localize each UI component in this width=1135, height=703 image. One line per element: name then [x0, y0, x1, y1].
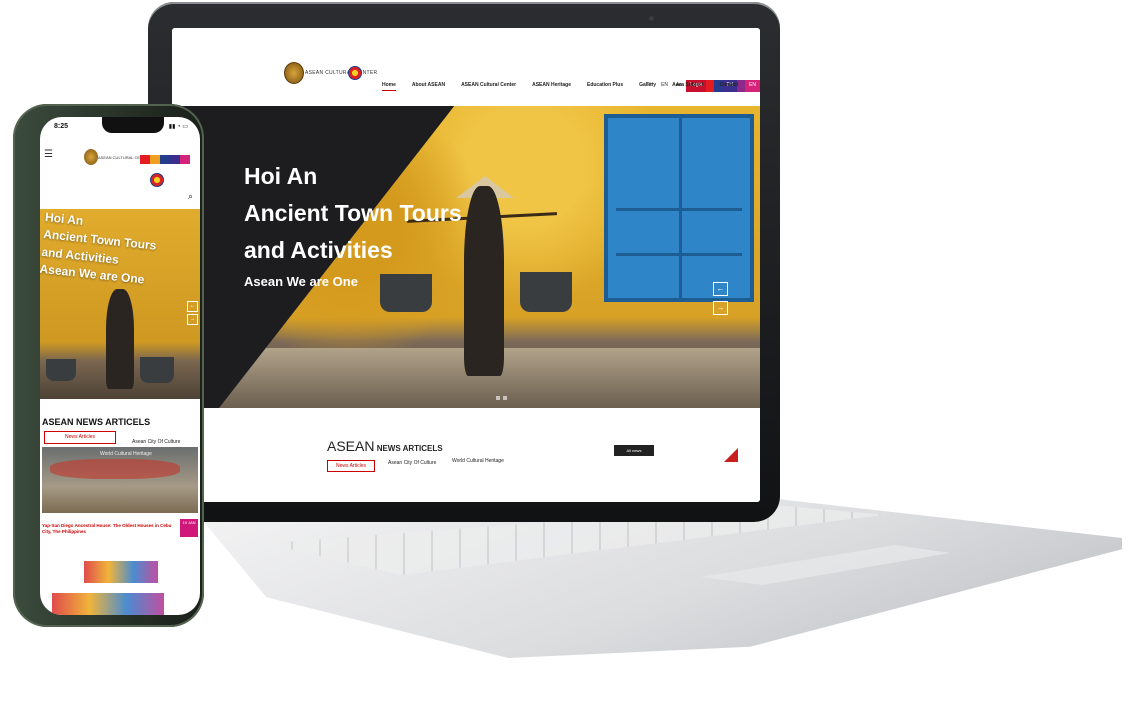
hero-title-line: Hoi An — [244, 163, 318, 189]
hero-subtitle: Asean We are One — [244, 274, 358, 289]
phone-screen: 8:25 ▮▮ ◔ ▭ ☰ ASEAN CULTURAL CENTER ⌕ Ho… — [40, 117, 200, 615]
basket-right — [520, 272, 572, 312]
phone-hero-person — [106, 289, 134, 389]
main-nav: Home About ASEAN ASEAN Cultural Center ASEA… — [382, 82, 738, 91]
phone-news-thumbnail[interactable] — [84, 561, 158, 583]
asean-emblem-icon[interactable] — [348, 66, 362, 80]
all-news-button[interactable]: All news — [614, 445, 654, 456]
phone-util-button[interactable] — [160, 155, 170, 164]
hero-title-line: Ancient Town Tours — [244, 199, 462, 226]
hero-next-arrow-icon[interactable]: → — [713, 301, 728, 315]
news-title: ASEAN NEWS ARTICELS — [327, 438, 443, 454]
phone-news-date-badge: 19 JAN — [180, 519, 198, 537]
phone-news-title: ASEAN NEWS ARTICELS — [42, 417, 151, 427]
phone-tab-news-articles[interactable]: News Articles — [44, 431, 116, 444]
phone-util-button[interactable] — [170, 155, 180, 164]
utility-button[interactable]: EN — [745, 80, 760, 92]
hero-dot[interactable] — [503, 396, 507, 400]
phone-utility-bar — [140, 155, 190, 164]
nav-item-contact[interactable]: Contact — [719, 82, 738, 88]
phone-tab-asean-city-of-culture[interactable]: Asean City Of Culture — [132, 439, 180, 445]
phone-util-button[interactable] — [140, 155, 150, 164]
hero-dot[interactable] — [496, 396, 500, 400]
corner-decoration — [724, 448, 738, 462]
utility-button[interactable] — [737, 80, 746, 92]
phone-news-thumbnail[interactable] — [52, 593, 164, 615]
hamburger-menu-icon[interactable]: ☰ — [44, 149, 53, 160]
tab-asean-city-of-culture[interactable]: Asean City Of Culture — [388, 460, 436, 466]
tab-world-cultural-heritage[interactable]: World Cultural Heritage — [452, 458, 504, 464]
status-icons: ▮▮ ◔ ▭ — [168, 124, 188, 130]
phone-hero-prev-arrow-icon[interactable]: ← — [187, 301, 198, 312]
nav-item-asean-heritage[interactable]: ASEAN Heritage — [532, 82, 571, 88]
nav-item-aaea-subject[interactable]: Aaea Subject — [672, 82, 703, 88]
site-header: TH EN Aa Login TH EN ASEAN CULTURAL CENTER Ho… — [172, 28, 760, 116]
phone-basket-right — [140, 357, 174, 383]
phone-notch — [102, 117, 164, 133]
phone-hero-banner: Hoi An Ancient Town Tours and Activities… — [40, 209, 200, 399]
phone-util-button[interactable] — [150, 155, 160, 164]
news-title-main: ASEAN — [327, 438, 375, 454]
logo-seal-icon[interactable] — [284, 62, 304, 84]
phone-util-button[interactable] — [180, 155, 190, 164]
hero-prev-arrow-icon[interactable]: ← — [713, 282, 728, 296]
status-time: 8:25 — [54, 123, 69, 130]
camera-dot — [649, 16, 654, 21]
nav-item-home[interactable]: Home — [382, 82, 396, 91]
nav-item-asean-cultural-center[interactable]: ASEAN Cultural Center — [461, 82, 516, 88]
phone-hero-next-arrow-icon[interactable]: → — [187, 314, 198, 325]
phone-news-caption[interactable]: Yap-San Diego Ancestral House: The Oldes… — [42, 523, 172, 535]
hero-banner: Hoi An Ancient Town Tours and Activities… — [172, 106, 760, 408]
tab-news-articles[interactable]: News Articles — [327, 460, 375, 472]
phone-logo-seal-icon[interactable] — [84, 149, 98, 165]
hero-pagination — [496, 396, 507, 400]
logo-text[interactable]: ASEAN CULTURAL CENTER — [305, 70, 377, 76]
phone-search-icon[interactable]: ⌕ — [188, 191, 193, 202]
phone-tab-world-cultural-heritage[interactable]: World Cultural Heritage — [100, 451, 152, 457]
laptop-screen: TH EN Aa Login TH EN ASEAN CULTURAL CENTER Ho… — [172, 28, 760, 502]
hero-title-line: and Activities — [244, 236, 393, 263]
nav-item-about-asean[interactable]: About ASEAN — [412, 82, 445, 88]
nav-item-education-plus[interactable]: Education Plus — [587, 82, 623, 88]
basket-left — [380, 274, 432, 312]
phone-asean-emblem-icon[interactable] — [150, 173, 164, 187]
news-title-rest: NEWS ARTICELS — [374, 444, 443, 453]
phone-basket-left — [46, 359, 76, 381]
nav-item-gallery[interactable]: Gallery — [639, 82, 656, 88]
hero-blue-door — [604, 114, 754, 302]
news-section: ASEAN NEWS ARTICELS News Articles Asean … — [172, 408, 760, 502]
hero-title: Hoi An Ancient Town Tours and Activities — [244, 158, 494, 268]
